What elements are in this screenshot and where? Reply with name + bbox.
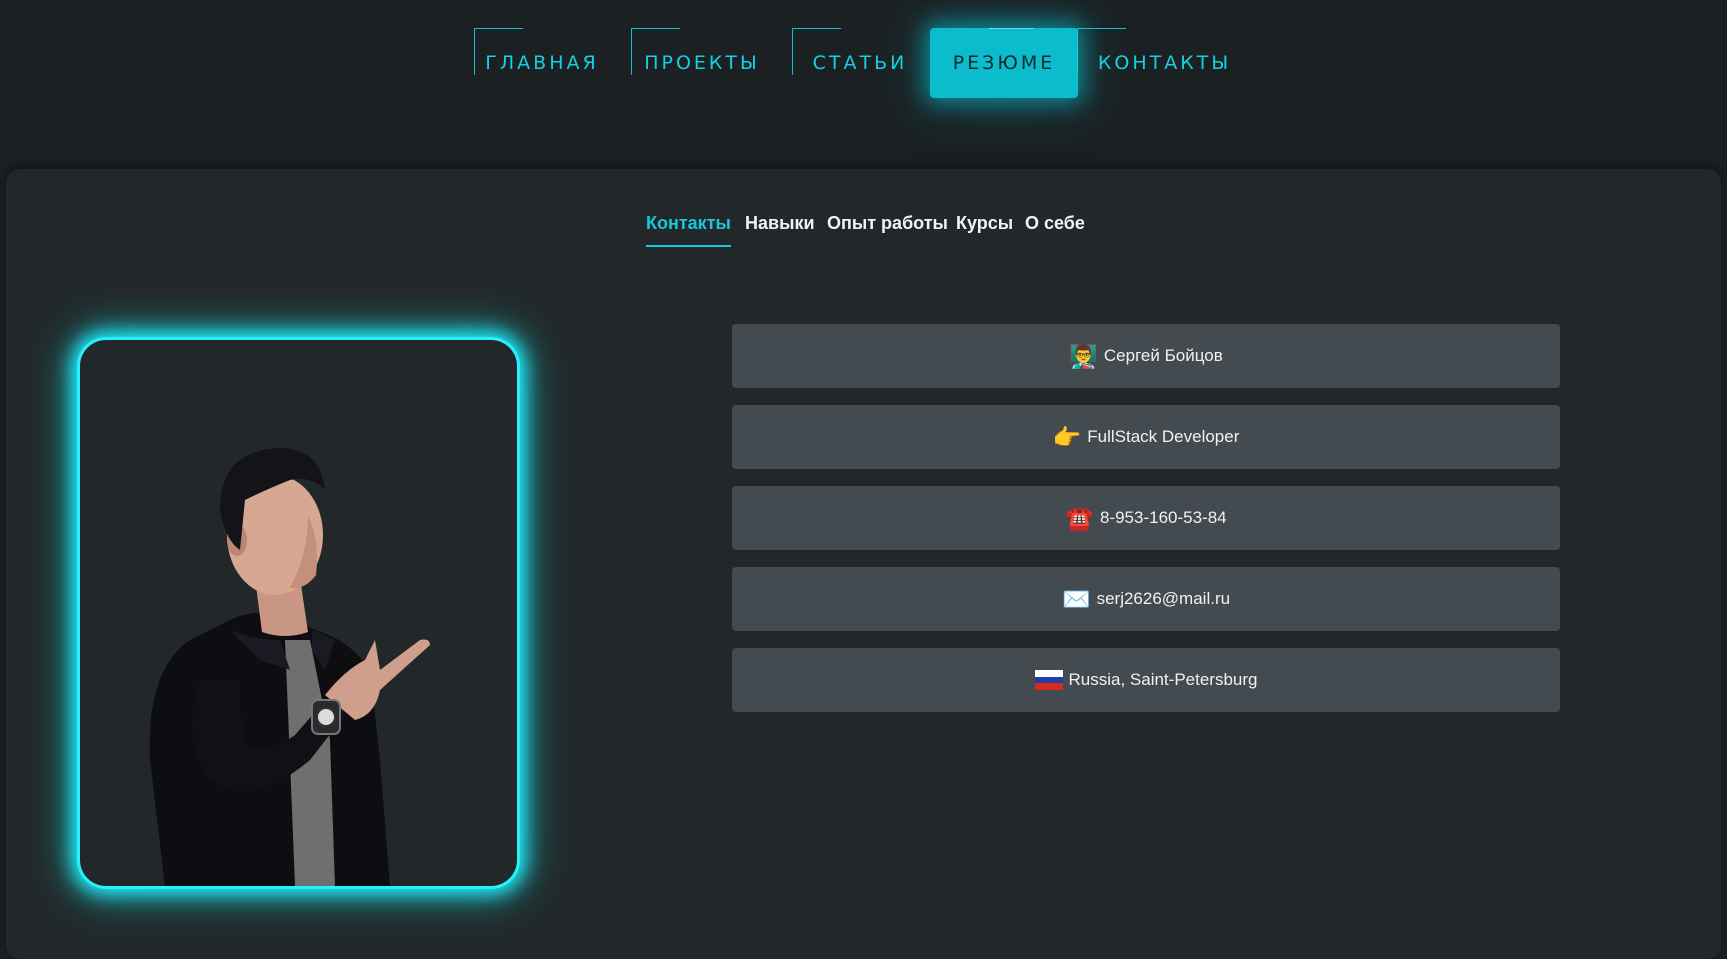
resume-tabs: Контакты Навыки Опыт работы Курсы О себе xyxy=(0,211,1727,247)
nav-articles-link[interactable]: СТАТЬИ xyxy=(792,28,928,98)
contact-phone-text: 8-953-160-53-84 xyxy=(1099,508,1227,527)
contact-email-card[interactable]: ✉️ serj2626@mail.ru xyxy=(732,567,1560,631)
tab-experience[interactable]: Опыт работы xyxy=(827,211,948,235)
pointing-hand-emoji-icon: 👉 xyxy=(1052,423,1082,450)
contact-name-card[interactable]: 👨‍🏫 Сергей Бойцов xyxy=(732,324,1560,388)
contact-phone-card[interactable]: ☎️ 8-953-160-53-84 xyxy=(732,486,1560,550)
russia-flag-icon xyxy=(1034,670,1063,690)
contact-location-card[interactable]: Russia, Saint-Petersburg xyxy=(732,648,1560,712)
contact-role-card[interactable]: 👉 FullStack Developer xyxy=(732,405,1560,469)
contact-name-text: Сергей Бойцов xyxy=(1103,346,1223,365)
nav-home-link[interactable]: ГЛАВНАЯ xyxy=(474,28,610,98)
tab-contacts[interactable]: Контакты xyxy=(646,211,731,247)
person-portrait-image xyxy=(149,448,430,886)
nav-resume-link[interactable]: РЕЗЮМЕ xyxy=(930,28,1078,98)
main-navigation: ГЛАВНАЯ ПРОЕКТЫ СТАТЬИ РЕЗЮМЕ КОНТАКТЫ xyxy=(0,0,1727,120)
nav-projects-link[interactable]: ПРОЕКТЫ xyxy=(631,28,773,98)
envelope-emoji-icon: ✉️ xyxy=(1061,585,1091,612)
tab-about[interactable]: О себе xyxy=(1025,211,1085,235)
tab-skills[interactable]: Навыки xyxy=(745,211,815,235)
contact-role-text: FullStack Developer xyxy=(1087,427,1240,446)
tab-courses[interactable]: Курсы xyxy=(956,211,1013,235)
telephone-emoji-icon: ☎️ xyxy=(1065,504,1094,531)
contact-list: 👨‍🏫 Сергей Бойцов 👉 FullStack Developer … xyxy=(732,324,1560,729)
contact-email-text: serj2626@mail.ru xyxy=(1096,589,1231,608)
profile-photo xyxy=(80,340,517,886)
contact-location-text: Russia, Saint-Petersburg xyxy=(1068,670,1258,689)
nav-contacts-link[interactable]: КОНТАКТЫ xyxy=(1077,28,1252,98)
teacher-emoji-icon: 👨‍🏫 xyxy=(1069,342,1098,369)
